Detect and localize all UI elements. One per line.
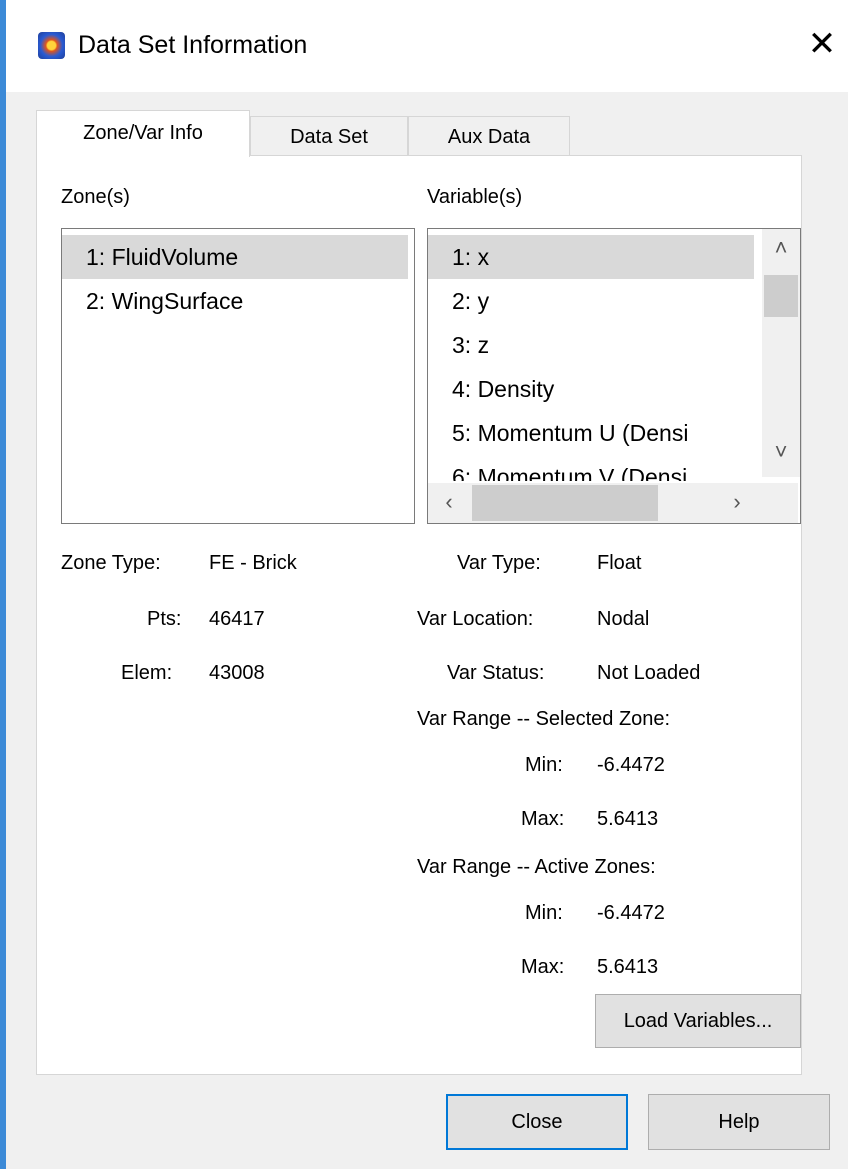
zones-label: Zone(s): [61, 186, 130, 208]
elem-value: 43008: [209, 662, 265, 684]
var-status-label: Var Status:: [447, 662, 545, 684]
var-type-label: Var Type:: [457, 552, 541, 574]
close-button-label: Close: [511, 1111, 563, 1133]
tab-data-set[interactable]: Data Set: [250, 116, 408, 156]
selected-zone-range-heading: Var Range -- Selected Zone:: [417, 708, 671, 730]
var-type-value: Float: [597, 552, 642, 574]
var-location-value: Nodal: [597, 608, 650, 630]
app-icon: [38, 32, 65, 59]
tab-panel: Zone(s) 1: FluidVolume 2: WingSurface Va…: [36, 155, 802, 1075]
zone-type-value: FE - Brick: [209, 552, 297, 574]
horizontal-scrollbar[interactable]: ‹ ›: [428, 483, 798, 523]
elem-label: Elem:: [121, 662, 173, 684]
window-title: Data Set Information: [78, 31, 308, 59]
var-status-value: Not Loaded: [597, 662, 701, 684]
active-zones-max-value: 5.6413: [597, 956, 659, 978]
tab-aux-data[interactable]: Aux Data: [408, 116, 570, 156]
help-button-label: Help: [718, 1111, 760, 1133]
close-icon[interactable]: ✕: [804, 24, 840, 64]
var-location-label: Var Location:: [417, 608, 534, 630]
variables-label: Variable(s): [427, 186, 523, 208]
list-item[interactable]: 1: x: [428, 235, 754, 279]
horizontal-scroll-thumb[interactable]: [472, 485, 658, 521]
list-item[interactable]: 6: Momentum V (Densi: [428, 455, 754, 481]
load-variables-label: Load Variables...: [623, 1010, 773, 1032]
list-item[interactable]: 2: y: [428, 279, 754, 323]
help-button[interactable]: Help: [648, 1094, 830, 1150]
list-item[interactable]: 2: WingSurface: [62, 279, 408, 323]
close-button[interactable]: Close: [446, 1094, 628, 1150]
tab-label: Data Set: [290, 126, 368, 148]
chevron-right-icon[interactable]: ›: [722, 487, 752, 517]
selected-zone-min-label: Min:: [525, 754, 563, 776]
active-zones-max-label: Max:: [521, 956, 565, 978]
tab-label: Aux Data: [447, 126, 531, 148]
selected-zone-max-value: 5.6413: [597, 808, 659, 830]
tab-zone-var-info[interactable]: Zone/Var Info: [36, 110, 250, 157]
title-bar: Data Set Information ✕: [6, 0, 848, 92]
chevron-down-icon[interactable]: ˅: [766, 437, 796, 467]
active-zones-min-value: -6.4472: [597, 902, 665, 924]
list-item[interactable]: 5: Momentum U (Densi: [428, 411, 754, 455]
tab-label: Zone/Var Info: [83, 122, 203, 144]
chevron-up-icon[interactable]: ˄: [766, 233, 796, 263]
list-item[interactable]: 3: z: [428, 323, 754, 367]
zones-listbox[interactable]: 1: FluidVolume 2: WingSurface: [61, 228, 415, 524]
variables-viewport: 1: x 2: y 3: z 4: Density 5: Momentum U …: [428, 229, 760, 481]
active-zones-range-heading: Var Range -- Active Zones:: [417, 856, 656, 878]
vertical-scroll-thumb[interactable]: [764, 275, 798, 317]
active-zones-min-label: Min:: [525, 902, 563, 924]
zone-type-label: Zone Type:: [61, 552, 161, 574]
pts-value: 46417: [209, 608, 265, 630]
selected-zone-max-label: Max:: [521, 808, 565, 830]
window-border: [0, 0, 6, 1169]
load-variables-button[interactable]: Load Variables...: [595, 994, 801, 1048]
pts-label: Pts:: [147, 608, 182, 630]
list-item[interactable]: 4: Density: [428, 367, 754, 411]
list-item[interactable]: 1: FluidVolume: [62, 235, 408, 279]
chevron-left-icon[interactable]: ‹: [434, 487, 464, 517]
vertical-scrollbar[interactable]: ˄ ˅: [762, 229, 800, 477]
selected-zone-min-value: -6.4472: [597, 754, 665, 776]
variables-listbox[interactable]: 1: x 2: y 3: z 4: Density 5: Momentum U …: [427, 228, 801, 524]
